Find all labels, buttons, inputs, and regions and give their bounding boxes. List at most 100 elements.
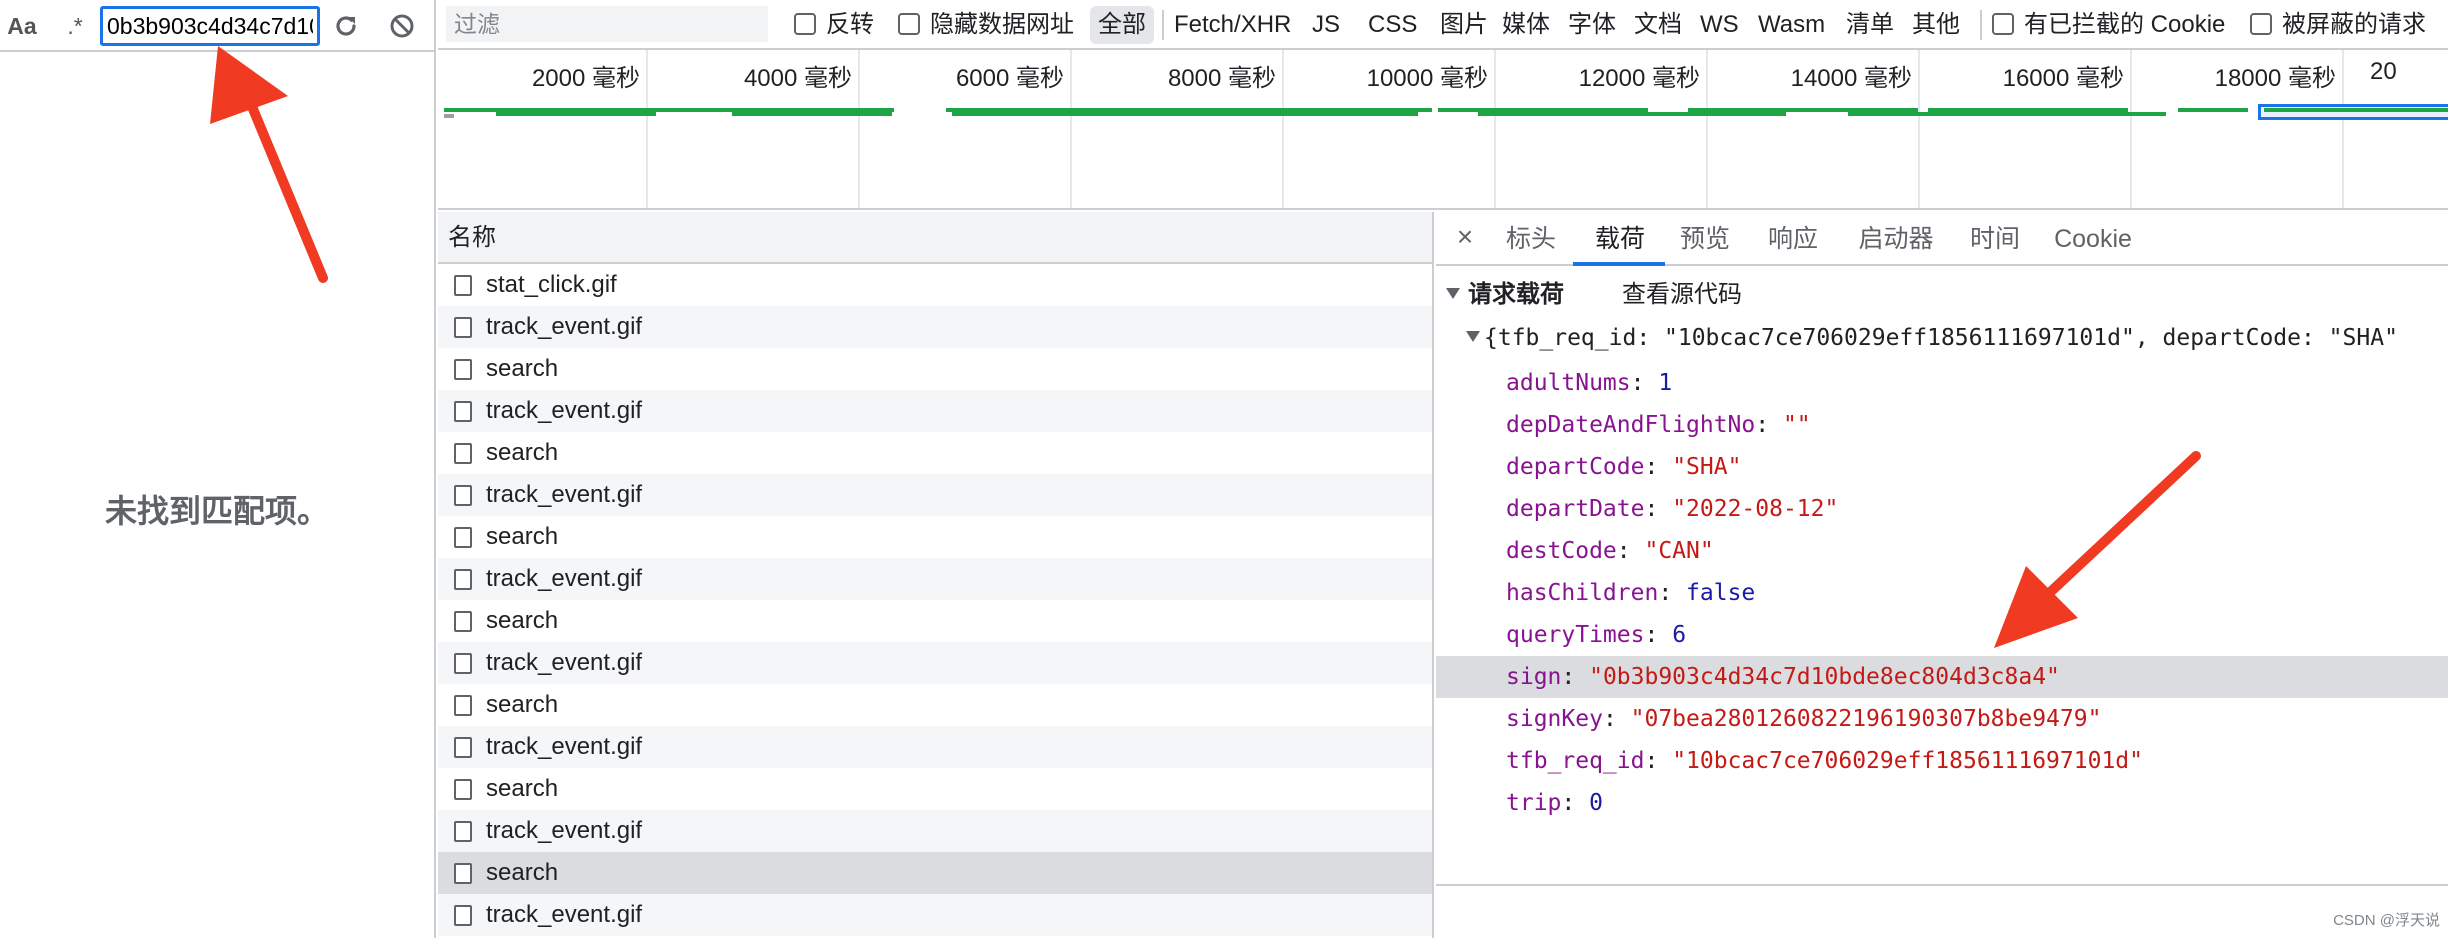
tab-response[interactable]: 响应 xyxy=(1758,212,1828,266)
request-name: search xyxy=(486,775,559,802)
payload-property[interactable]: adultNums: 1 xyxy=(1436,362,2448,404)
invert-checkbox[interactable]: 反转 xyxy=(794,7,874,43)
type-filter-font[interactable]: 字体 xyxy=(1568,7,1616,43)
table-row[interactable]: track_event.gif xyxy=(438,642,1432,684)
table-row[interactable]: stat_click.gif xyxy=(438,264,1432,306)
type-filter-img[interactable]: 图片 xyxy=(1440,7,1488,43)
property-value: "10bcac7ce706029eff1856111697101d" xyxy=(1672,748,2143,774)
table-row[interactable]: track_event.gif xyxy=(438,726,1432,768)
document-icon xyxy=(454,611,472,632)
view-source-link[interactable]: 查看源代码 xyxy=(1622,280,1742,310)
match-case-toggle[interactable]: Aa xyxy=(4,12,40,40)
tab-preview[interactable]: 预览 xyxy=(1670,212,1740,266)
payload-property[interactable]: queryTimes: 6 xyxy=(1436,614,2448,656)
table-row[interactable]: track_event.gif xyxy=(438,558,1432,600)
tab-headers[interactable]: 标头 xyxy=(1496,212,1566,266)
table-row[interactable]: track_event.gif xyxy=(438,894,1432,936)
table-row[interactable]: search xyxy=(438,432,1432,474)
table-row[interactable]: track_event.gif xyxy=(438,474,1432,516)
overview-gridline xyxy=(2342,50,2344,208)
overview-gridline xyxy=(2130,50,2132,208)
request-name: search xyxy=(486,355,559,382)
tab-payload[interactable]: 载荷 xyxy=(1580,212,1660,266)
overview-gridline xyxy=(1070,50,1072,208)
close-icon[interactable]: × xyxy=(1452,222,1478,252)
column-header-name[interactable]: 名称 xyxy=(438,212,1432,264)
tab-timing[interactable]: 时间 xyxy=(1960,212,2030,266)
payload-property[interactable]: tfb_req_id: "10bcac7ce706029eff185611169… xyxy=(1436,740,2448,782)
table-row[interactable]: search xyxy=(438,684,1432,726)
refresh-icon[interactable] xyxy=(332,12,360,40)
payload-property[interactable]: destCode: "CAN" xyxy=(1436,530,2448,572)
overview-selection-window[interactable] xyxy=(2258,104,2448,120)
table-row[interactable]: track_event.gif xyxy=(438,810,1432,852)
type-filter-media[interactable]: 媒体 xyxy=(1502,7,1550,43)
property-value: "07bea2801260822196190307b8be9479" xyxy=(1630,706,2102,732)
overview-tick-label: 18000 毫秒 xyxy=(2214,65,2336,92)
type-filter-manifest[interactable]: 清单 xyxy=(1846,7,1894,43)
table-row[interactable]: search xyxy=(438,348,1432,390)
network-overview[interactable]: 2000 毫秒 4000 毫秒 6000 毫秒 8000 毫秒 10000 毫秒… xyxy=(438,50,2448,210)
request-name: track_event.gif xyxy=(486,481,643,508)
overview-request-bar xyxy=(444,114,454,118)
overview-request-bar xyxy=(1586,112,1786,116)
table-row[interactable]: track_event.gif xyxy=(438,306,1432,348)
table-row[interactable]: search xyxy=(438,600,1432,642)
payload-property[interactable]: depDateAndFlightNo: "" xyxy=(1436,404,2448,446)
property-key: signKey xyxy=(1506,706,1603,732)
checkbox-icon xyxy=(898,12,920,35)
type-filter-doc[interactable]: 文档 xyxy=(1634,7,1682,43)
filter-input[interactable] xyxy=(446,6,768,42)
type-filter-other[interactable]: 其他 xyxy=(1912,7,1960,43)
property-value: "SHA" xyxy=(1672,454,1742,480)
payload-divider xyxy=(1436,884,2448,886)
payload-property[interactable]: sign: "0b3b903c4d34c7d10bde8ec804d3c8a4" xyxy=(1436,656,2448,698)
property-key: trip xyxy=(1506,790,1562,816)
overview-tick-label: 14000 毫秒 xyxy=(1790,65,1912,92)
property-key: tfb_req_id xyxy=(1506,748,1645,774)
overview-gridline xyxy=(1918,50,1920,208)
overview-request-bar xyxy=(1218,112,1418,116)
payload-property[interactable]: departDate: "2022-08-12" xyxy=(1436,488,2448,530)
request-payload-section[interactable]: 请求载荷 xyxy=(1446,280,1564,310)
property-separator: : xyxy=(1644,748,1673,774)
payload-property[interactable]: hasChildren: false xyxy=(1436,572,2448,614)
overview-tick-label: 4000 毫秒 xyxy=(743,65,852,92)
payload-property[interactable]: signKey: "07bea2801260822196190307b8be94… xyxy=(1436,698,2448,740)
type-filter-css[interactable]: CSS xyxy=(1368,7,1417,43)
regex-toggle[interactable]: .* xyxy=(62,12,88,40)
toolbar-divider xyxy=(1162,10,1164,40)
type-filter-wasm[interactable]: Wasm xyxy=(1758,7,1825,43)
table-row[interactable]: search xyxy=(438,768,1432,810)
hide-data-urls-checkbox[interactable]: 隐藏数据网址 xyxy=(898,7,1074,43)
request-name: search xyxy=(486,523,559,550)
type-filter-fetch-xhr[interactable]: Fetch/XHR xyxy=(1174,7,1291,43)
property-separator: : xyxy=(1561,790,1590,816)
table-row[interactable]: track_event.gif xyxy=(438,390,1432,432)
search-input[interactable] xyxy=(100,6,320,46)
tab-initiator[interactable]: 启动器 xyxy=(1846,212,1946,266)
overview-request-bar xyxy=(732,112,892,116)
document-icon xyxy=(454,443,472,464)
section-title: 请求载荷 xyxy=(1468,281,1564,308)
property-separator: : xyxy=(1602,706,1631,732)
clear-search-icon[interactable] xyxy=(388,12,416,40)
type-filter-ws[interactable]: WS xyxy=(1700,7,1739,43)
overview-gridline xyxy=(1494,50,1496,208)
request-name: search xyxy=(486,439,559,466)
blocked-cookies-checkbox[interactable]: 有已拦截的 Cookie xyxy=(1992,7,2225,43)
request-table: 名称 stat_click.gif track_event.gif search tr… xyxy=(438,212,1434,938)
property-value: "0b3b903c4d34c7d10bde8ec804d3c8a4" xyxy=(1589,664,2060,690)
property-value: "" xyxy=(1782,412,1811,438)
expand-triangle-icon xyxy=(1446,288,1460,300)
type-filter-js[interactable]: JS xyxy=(1312,7,1340,43)
payload-property[interactable]: trip: 0 xyxy=(1436,782,2448,824)
payload-property[interactable]: departCode: "SHA" xyxy=(1436,446,2448,488)
table-row[interactable]: search xyxy=(438,852,1432,894)
blocked-requests-checkbox[interactable]: 被屏蔽的请求 xyxy=(2250,7,2426,43)
tab-cookies[interactable]: Cookie xyxy=(2048,212,2138,266)
type-filter-all[interactable]: 全部 xyxy=(1090,6,1154,44)
table-row[interactable]: search xyxy=(438,516,1432,558)
search-panel: Aa .* 未找到匹配项。 xyxy=(0,0,436,938)
payload-object-summary[interactable]: {tfb_req_id: "10bcac7ce706029eff18561116… xyxy=(1466,322,2398,354)
